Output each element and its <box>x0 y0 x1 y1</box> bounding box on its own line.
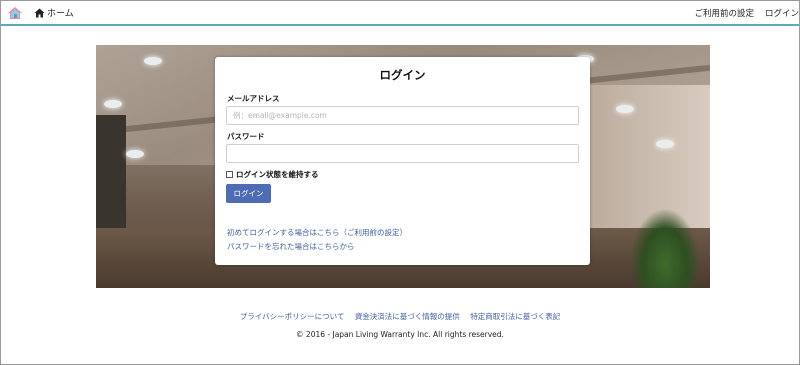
header-accent-rule <box>1 24 799 26</box>
header-nav: ご利用前の設定 ログイン <box>683 7 799 19</box>
nav-login-link[interactable]: ログイン <box>765 7 799 19</box>
footer-link-privacy[interactable]: プライバシーポリシーについて <box>240 312 345 321</box>
copyright-text: © 2016 - Japan Living Warranty Inc. All … <box>296 330 504 339</box>
nav-settings-link[interactable]: ご利用前の設定 <box>694 7 754 19</box>
remember-checkbox[interactable] <box>226 171 233 178</box>
home-icon <box>34 8 45 17</box>
footer-link-payment-act[interactable]: 資金決済法に基づく情報の提供 <box>355 312 460 321</box>
forgot-password-link[interactable]: パスワードを忘れた場合はこちらから <box>227 241 355 252</box>
footer-links: プライバシーポリシーについて 資金決済法に基づく情報の提供 特定商取引法に基づく… <box>0 311 800 322</box>
remember-me[interactable]: ログイン状態を維持する <box>226 169 319 180</box>
password-label: パスワード <box>227 132 265 141</box>
house-logo-icon[interactable] <box>7 5 23 19</box>
password-field[interactable] <box>226 144 579 163</box>
footer-link-commercial-transactions[interactable]: 特定商取引法に基づく表記 <box>470 312 560 321</box>
login-title: ログイン <box>379 68 426 82</box>
home-link[interactable]: ホーム <box>34 6 74 19</box>
remember-label: ログイン状態を維持する <box>236 170 319 179</box>
login-button[interactable]: ログイン <box>226 184 271 203</box>
home-link-label: ホーム <box>47 9 74 19</box>
login-card: ログイン メールアドレス パスワード ログイン状態を維持する ログイン 初めてロ… <box>215 57 590 265</box>
first-login-link[interactable]: 初めてログインする場合はこちら（ご利用前の設定） <box>227 227 407 238</box>
top-navbar: ホーム ご利用前の設定 ログイン <box>1 1 799 25</box>
email-field[interactable] <box>226 106 579 125</box>
email-label: メールアドレス <box>227 94 280 103</box>
